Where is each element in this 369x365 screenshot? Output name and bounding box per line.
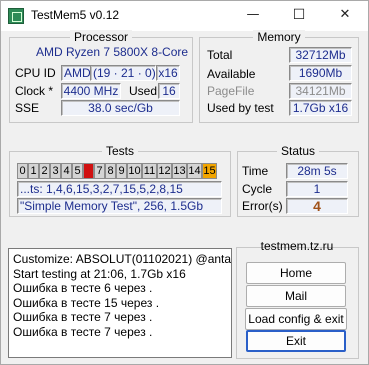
home-button[interactable]: Home [246, 262, 346, 284]
log-line: Start testing at 21:06, 1.7Gb x16 [13, 266, 186, 281]
used-value: 16 [158, 83, 180, 99]
used-by-test-value: 1.7Gb x16 [289, 100, 352, 116]
cpu-threads: x16 [156, 65, 180, 81]
app-icon [8, 8, 24, 24]
test-cell-2: 2 [39, 163, 50, 179]
testmem-window: TestMem5 v0.12 — ☐ ✕ Processor AMD Ryzen… [0, 0, 369, 365]
test-cell-7: 7 [94, 163, 105, 179]
test-cell-10: 10 [127, 163, 142, 179]
pagefile-label: PageFile [207, 84, 255, 98]
available-label: Available [207, 67, 256, 81]
sse-label: SSE [15, 101, 40, 115]
window-title: TestMem5 v0.12 [31, 8, 120, 22]
tests-group-title: Tests [101, 144, 138, 158]
title-bar: TestMem5 v0.12 — ☐ ✕ [1, 1, 368, 31]
test-cell-14: 14 [187, 163, 202, 179]
cycle-label: Cycle [242, 182, 273, 196]
processor-group-title: Processor [69, 30, 133, 44]
mail-button[interactable]: Mail [246, 285, 346, 307]
used-by-test-label: Used by test [207, 101, 274, 115]
errors-value: 4 [286, 198, 348, 214]
sse-value: 38.0 sec/Gb [61, 100, 180, 116]
test-cell-6: 6 [83, 163, 94, 179]
test-cell-3: 3 [50, 163, 61, 179]
test-cell-15: 15 [202, 163, 217, 179]
exit-button[interactable]: Exit [246, 330, 346, 352]
log-line: Ошибка в тесте 15 через . [13, 295, 160, 310]
minimize-button[interactable]: — [230, 1, 276, 31]
memory-group-title: Memory [253, 30, 305, 44]
total-label: Total [207, 48, 233, 62]
cycle-value: 1 [286, 181, 348, 197]
test-cell-0: 0 [17, 163, 28, 179]
test-cell-8: 8 [105, 163, 116, 179]
test-sequence: ...ts: 1,4,6,15,3,2,7,15,5,2,8,15 [17, 181, 222, 197]
test-cell-12: 12 [157, 163, 172, 179]
cpu-name: AMD Ryzen 7 5800X 8-Core [36, 45, 189, 59]
log-line: Ошибка в тесте 7 через . [13, 310, 153, 324]
test-cell-1: 1 [28, 163, 39, 179]
status-group-title: Status [276, 144, 320, 158]
log-panel[interactable]: Customize: ABSOLUT(01102021) @anta777 St… [8, 248, 232, 358]
maximize-button[interactable]: ☐ [276, 1, 322, 31]
test-cell-13: 13 [172, 163, 187, 179]
clock-value: 4400 MHz [61, 83, 121, 99]
time-label: Time [242, 164, 269, 178]
log-line: Ошибка в тесте 6 через . [13, 281, 153, 295]
close-button[interactable]: ✕ [322, 1, 368, 31]
log-line: Customize: ABSOLUT(01102021) @anta777 [13, 252, 232, 266]
pagefile-value: 34121Mb [289, 83, 352, 99]
test-cell-11: 11 [142, 163, 157, 179]
test-cell-9: 9 [116, 163, 127, 179]
clock-label: Clock * [15, 84, 54, 98]
available-value: 1690Mb [289, 65, 352, 81]
errors-label: Error(s) [242, 199, 283, 213]
cpu-id-label: CPU ID [15, 66, 56, 80]
cpu-id-value: (19 · 21 · 0) [90, 65, 156, 81]
test-progress-cells: 0 1 2 3 4 5 6 7 8 9 10 11 12 13 14 15 [17, 163, 217, 179]
test-cell-4: 4 [61, 163, 72, 179]
cpu-id-vendor: AMD [61, 65, 91, 81]
log-line: Ошибка в тесте 7 через . [13, 324, 153, 339]
test-cell-5: 5 [72, 163, 83, 179]
total-value: 32712Mb [289, 47, 352, 63]
load-config-exit-button[interactable]: Load config & exit [245, 308, 347, 330]
used-label: Used [129, 84, 158, 98]
site-label: testmem.tz.ru [260, 239, 334, 253]
test-config: "Simple Memory Test", 256, 1.5Gb [17, 198, 222, 214]
time-value: 28m 5s [286, 163, 348, 179]
